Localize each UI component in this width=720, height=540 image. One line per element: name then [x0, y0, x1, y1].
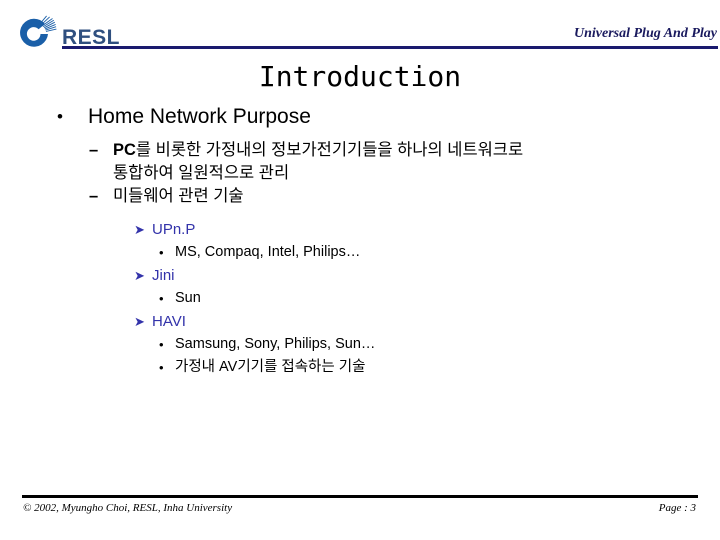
slide-header: RESL Universal Plug And Play: [0, 0, 720, 52]
arrow-marker-icon: ➤: [134, 268, 145, 283]
bullet-level1: • Home Network Purpose: [57, 104, 720, 130]
page-title: Introduction: [258, 60, 462, 93]
group-item: • Samsung, Sony, Philips, Sun…: [159, 333, 720, 356]
bullet-dot-icon: •: [159, 291, 164, 306]
footer-copyright: © 2002, Myungho Choi, RESL, Inha Univers…: [23, 502, 233, 514]
group-item: • Sun: [159, 287, 720, 310]
group-item: • MS, Compaq, Intel, Philips…: [159, 241, 720, 264]
arrow-marker-icon: ➤: [134, 314, 145, 329]
header-divider: [62, 46, 718, 49]
presentation-slide: RESL Universal Plug And Play Introductio…: [0, 0, 720, 540]
group-label: Jini: [152, 267, 175, 284]
logo-wordmark: RESL: [62, 26, 121, 49]
bullet-level2-lead: PC: [113, 141, 136, 159]
bullet-dot-icon: •: [159, 245, 164, 260]
arrow-marker-icon: ➤: [134, 222, 145, 237]
footer-page-number: Page : 3: [658, 502, 696, 514]
group-item-label: 가정내 AV기기를 접속하는 기술: [175, 359, 366, 375]
group-item: • 가정내 AV기기를 접속하는 기술: [159, 356, 720, 379]
bullet-level1-label: Home Network Purpose: [88, 105, 311, 128]
group-label: UPn.P: [152, 221, 196, 238]
bullet-level2-line1: 를 비롯한 가정내의 정보가전기기들을 하나의 네트워크로: [135, 141, 524, 159]
footer-divider: [22, 495, 698, 498]
bullet-level2-line1: 미들웨어 관련 기술: [113, 187, 244, 205]
bullet-dot-icon: •: [159, 360, 164, 375]
resl-ring-logo-icon: [12, 15, 58, 53]
bullet-dot-icon: •: [57, 107, 63, 126]
group-label: HAVI: [152, 313, 186, 330]
dash-marker-icon: –: [89, 141, 99, 159]
group-heading-jini: ➤ Jini: [134, 264, 720, 287]
bullet-level2-line2: 통합하여 일원적으로 관리: [113, 164, 290, 182]
group-item-label: Samsung, Sony, Philips, Sun…: [175, 336, 376, 352]
bullet-level2: – 미들웨어 관련 기술: [89, 185, 720, 208]
header-subject-title: Universal Plug And Play: [574, 26, 717, 41]
group-heading-havi: ➤ HAVI: [134, 310, 720, 333]
group-item-label: MS, Compaq, Intel, Philips…: [175, 244, 361, 260]
slide-body: • Home Network Purpose – PC를 비롯한 가정내의 정보가전…: [0, 104, 720, 379]
group-heading-upnp: ➤ UPn.P: [134, 218, 720, 241]
dash-marker-icon: –: [89, 187, 99, 205]
group-item-label: Sun: [175, 290, 201, 306]
bullet-level2: – PC를 비롯한 가정내의 정보가전기기들을 하나의 네트워크로 통합하여 일원…: [89, 139, 720, 185]
bullet-dot-icon: •: [159, 337, 164, 352]
